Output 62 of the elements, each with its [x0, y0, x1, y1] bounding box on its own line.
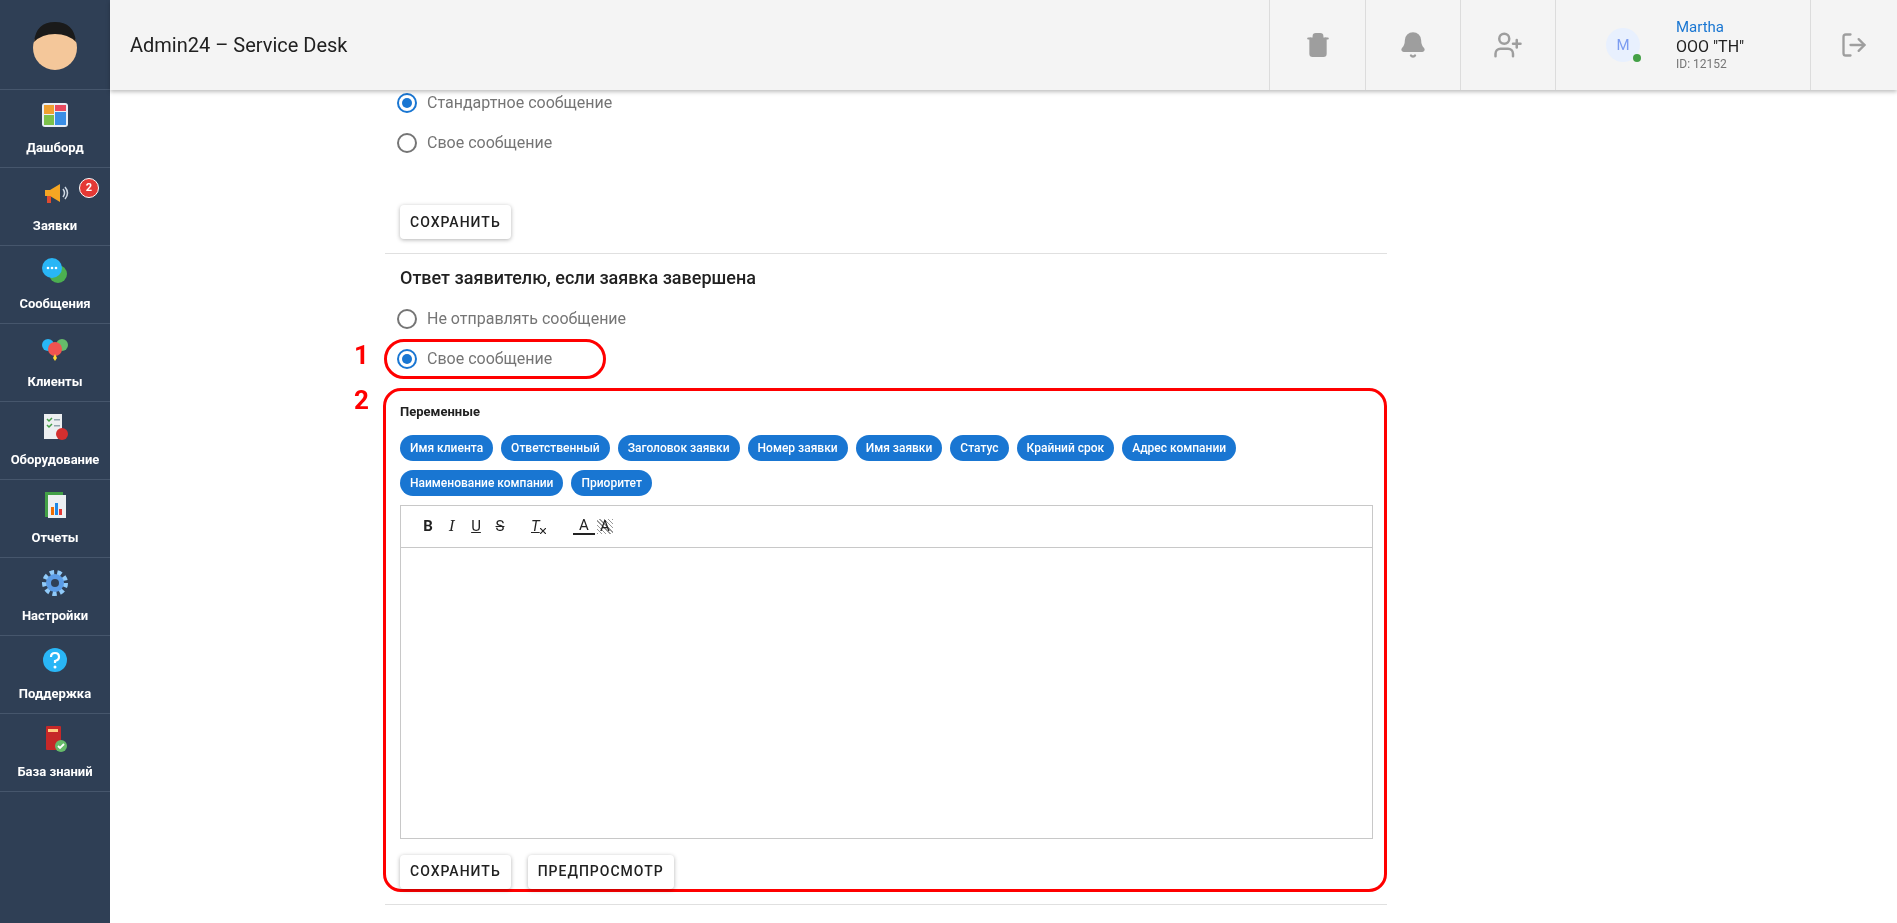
sidebar-label: Оборудование	[10, 450, 100, 469]
sidebar-item[interactable]: Настройки	[0, 558, 110, 636]
radio-label: Не отправлять сообщение	[427, 308, 627, 330]
sidebar-label: Заявки	[32, 216, 78, 235]
sidebar-label: Отчеты	[31, 528, 79, 547]
radio-button[interactable]	[397, 349, 417, 369]
radio-button[interactable]	[397, 133, 417, 153]
underline-button[interactable]: U	[465, 518, 487, 534]
highlight-button[interactable]: A	[597, 518, 613, 534]
bold-button[interactable]: B	[417, 518, 439, 534]
variable-chip[interactable]: Ответственный	[501, 434, 610, 461]
variable-chip[interactable]: Заголовок заявки	[617, 434, 740, 461]
company-name: ООО "ТН"	[1676, 36, 1745, 57]
sidebar-item[interactable]: Клиенты	[0, 324, 110, 402]
section-heading: Ответ заявителю, если заявка завершена	[399, 266, 757, 290]
app-title: Admin24 – Service Desk	[130, 32, 348, 59]
sidebar-label: Клиенты	[27, 372, 83, 391]
sidebar-label: База знаний	[17, 762, 93, 781]
bell-icon	[1399, 31, 1427, 59]
sidebar-label: Поддержка	[18, 684, 92, 703]
save-button[interactable]: СОХРАНИТЬ	[400, 205, 511, 239]
text-color-button[interactable]: A	[573, 517, 595, 535]
variable-chip[interactable]: Имя заявки	[855, 434, 943, 461]
sidebar-item[interactable]: Поддержка	[0, 636, 110, 714]
variable-chip[interactable]: Статус	[950, 434, 1009, 461]
sidebar-item[interactable]: Дашборд	[0, 90, 110, 168]
chat-bubbles-icon	[40, 255, 70, 286]
radio-label: Свое сообщение	[427, 348, 553, 370]
sidebar-item[interactable]: Сообщения	[0, 246, 110, 324]
sidebar-item[interactable]: Оборудование	[0, 402, 110, 480]
italic-button[interactable]: I	[441, 518, 463, 534]
sidebar-label: Дашборд	[26, 138, 84, 157]
gear-icon	[40, 567, 70, 598]
variable-chip[interactable]: Имя клиента	[400, 434, 494, 461]
sidebar-item[interactable]: Заявки 2	[0, 168, 110, 246]
radio-button[interactable]	[397, 93, 417, 113]
radio-label: Стандартное сообщение	[427, 92, 613, 114]
variable-chip[interactable]: Приоритет	[571, 469, 652, 496]
user-name[interactable]: Martha	[1676, 18, 1745, 37]
variable-chip[interactable]: Номер заявки	[747, 434, 848, 461]
radio-label: Свое сообщение	[427, 132, 553, 154]
sidebar-label: Сообщения	[19, 294, 91, 313]
radio-button[interactable]	[397, 309, 417, 329]
sidebar-item[interactable]: База знаний	[0, 714, 110, 792]
sidebar-label: Настройки	[21, 606, 89, 625]
variable-chip[interactable]: Крайний срок	[1016, 434, 1115, 461]
variables-label: Переменные	[400, 403, 481, 421]
trash-icon	[1304, 32, 1331, 58]
logout-icon	[1840, 31, 1868, 59]
variable-chip[interactable]: Наименование компании	[400, 469, 564, 496]
save-button[interactable]: СОХРАНИТЬ	[400, 854, 511, 889]
add-user-icon	[1493, 30, 1523, 60]
clear-x-icon	[539, 527, 546, 534]
variable-chip[interactable]: Адрес компании	[1122, 434, 1237, 461]
sidebar-item[interactable]: Отчеты	[0, 480, 110, 558]
annotation-number: 1	[354, 339, 369, 372]
strikethrough-button[interactable]: S	[489, 518, 511, 534]
clear-format-button[interactable]: T	[531, 518, 555, 534]
badge: 2	[79, 178, 99, 198]
preview-button[interactable]: ПРЕДПРОСМОТР	[527, 854, 674, 889]
user-id: ID: 12152	[1676, 56, 1728, 72]
annotation-number: 2	[354, 384, 369, 417]
